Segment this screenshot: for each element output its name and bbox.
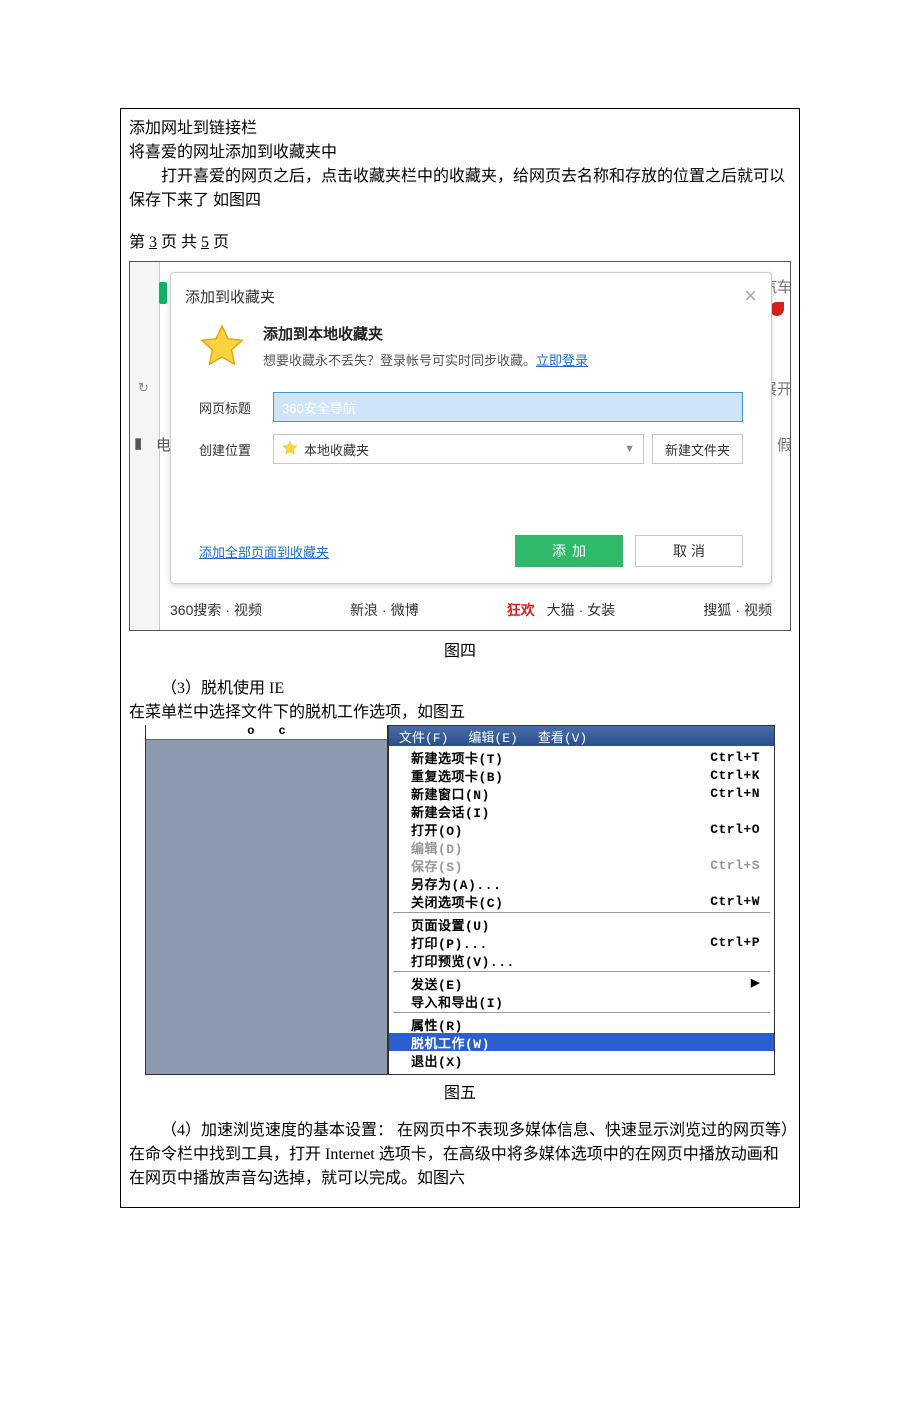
menu-item[interactable]: 新建选项卡(T) Ctrl+T [389,748,774,766]
page-title-input[interactable] [273,392,743,422]
menu-item[interactable]: 页面设置(U) [389,915,774,933]
partial-text-3: 假 [777,434,791,455]
ie-file-menu: 文件(F) 编辑(E) 查看(V) 新建选项卡(T)Ctrl+T重复选项卡(B)… [388,725,775,1075]
menu-item[interactable]: 重复选项卡(B) Ctrl+K [389,766,774,784]
menu-item[interactable]: 关闭选项卡(C) Ctrl+W [389,892,774,910]
menu-item-label: 新建会话(I) [411,802,490,821]
menu-item-shortcut: Ctrl+N [710,786,760,801]
menu-item-label: 打印(P)... [411,933,488,952]
promo-desc: 想要收藏永不丢失？登录帐号可实时同步收藏。立即登录 [263,350,743,369]
menu-item-shortcut: Ctrl+O [710,822,760,837]
nav-links-row: 360搜索·视频 新浪·微博 狂欢 大猫·女装 搜狐·视频 [170,600,772,620]
page-number: 第 3 页 共 5 页 [129,231,791,255]
menubar: 文件(F) 编辑(E) 查看(V) [389,726,774,746]
menu-separator [393,971,770,972]
partial-marker: ▮ [134,434,142,453]
dialog-title: 添加到收藏夹 [185,286,275,307]
menu-item-label: 打印预览(V)... [411,951,515,970]
green-accent [159,282,167,304]
menu-item-label: 退出(X) [411,1051,463,1070]
figure-5: o c 文件(F) 编辑(E) 查看(V) 新建选项卡(T)Ctrl+T重复选项… [145,725,775,1075]
menu-item[interactable]: 新建会话(I) [389,802,774,820]
add-all-pages-link[interactable]: 添加全部页面到收藏夹 [199,542,329,561]
menu-separator [393,1012,770,1013]
menu-item-shortcut: Ctrl+S [710,858,760,873]
figure-4-caption: 图四 [129,637,791,661]
figure-5-caption: 图五 [129,1079,791,1103]
login-link[interactable]: 立即登录 [536,353,588,368]
menu-item[interactable]: 新建窗口(N) Ctrl+N [389,784,774,802]
menu-item-shortcut: Ctrl+P [710,935,760,950]
page-frame: 添加网址到链接栏 将喜爱的网址添加到收藏夹中 打开喜爱的网页之后，点击收藏夹栏中… [120,108,800,1208]
section-4-line-1: （4）加速浏览速度的基本设置： 在网页中不表现多媒体信息、快速显示浏览过的网页等… [129,1119,791,1143]
menu-separator [393,912,770,913]
marker-o: o [247,724,254,739]
menu-item-label: 新建选项卡(T) [411,748,503,767]
marker-c: c [279,724,286,739]
add-favorite-dialog: 添加到收藏夹 × 添加到本地收藏夹 想要收藏永不丢失？登录帐号可实时同步收藏。立… [170,272,772,584]
menu-item: 编辑(D) [389,838,774,856]
menu-item-label: 新建窗口(N) [411,784,490,803]
star-icon [282,440,298,459]
menu-item-label: 发送(E) [411,974,463,993]
nav-link-2[interactable]: 新浪·微博 [350,600,419,620]
nav-link-4[interactable]: 搜狐·视频 [703,600,772,620]
menu-item-label: 打开(O) [411,820,463,839]
menu-item-shortcut: Ctrl+K [710,768,760,783]
menu-item[interactable]: 打印预览(V)... [389,951,774,969]
text-line-1: 添加网址到链接栏 [129,117,791,141]
menu-item-label: 页面设置(U) [411,915,490,934]
menu-item: 保存(S) Ctrl+S [389,856,774,874]
menu-item[interactable]: 脱机工作(W) [389,1033,774,1051]
location-select[interactable]: 本地收藏夹 ▼ [273,434,644,464]
text-line-2: 将喜爱的网址添加到收藏夹中 [129,141,791,165]
location-value: 本地收藏夹 [304,440,369,459]
nav-link-1[interactable]: 360搜索·视频 [170,600,262,620]
menu-item-label: 关闭选项卡(C) [411,892,503,911]
new-folder-button[interactable]: 新建文件夹 [652,434,743,464]
label-location: 创建位置 [199,440,259,459]
menu-item[interactable]: 另存为(A)... [389,874,774,892]
menu-item-label: 脱机工作(W) [411,1033,490,1052]
menu-item[interactable]: 打印(P)... Ctrl+P [389,933,774,951]
partial-text-e: 电 [156,434,171,455]
menu-item-label: 导入和导出(I) [411,992,503,1011]
figure-4: 汽车 ↻ 展开 ▮ 电 假 添加到收藏夹 × 添加到本地收藏夹 想要收藏永不 [129,261,791,631]
promo-title: 添加到本地收藏夹 [263,323,743,344]
menu-item-shortcut: Ctrl+W [710,894,760,909]
star-icon [199,323,245,374]
cancel-button[interactable]: 取消 [635,535,743,567]
menu-item[interactable]: 退出(X) [389,1051,774,1069]
menubar-edit[interactable]: 编辑(E) [458,727,527,746]
menubar-file[interactable]: 文件(F) [389,727,458,746]
figure-5-left-pane: o c [145,725,388,1075]
menu-item-label: 编辑(D) [411,838,463,857]
menu-item[interactable]: 发送(E) ▶ [389,974,774,992]
menu-item-label: 重复选项卡(B) [411,766,503,785]
close-icon[interactable]: × [744,283,757,309]
menu-item[interactable]: 打开(O) Ctrl+O [389,820,774,838]
section-3-text: 在菜单栏中选择文件下的脱机工作选项，如图五 [129,701,791,725]
menubar-view[interactable]: 查看(V) [528,727,597,746]
menu-item-label: 属性(R) [411,1015,463,1034]
menu-item[interactable]: 导入和导出(I) [389,992,774,1010]
nav-link-3[interactable]: 狂欢 大猫·女装 [507,600,616,620]
chevron-down-icon: ▼ [624,443,635,455]
red-badge-icon [770,302,784,316]
add-button[interactable]: 添加 [515,535,623,567]
refresh-icon: ↻ [138,380,149,396]
submenu-arrow-icon: ▶ [751,976,760,990]
label-page-title: 网页标题 [199,398,259,417]
text-line-3: 打开喜爱的网页之后，点击收藏夹栏中的收藏夹，给网页去名称和存放的位置之后就可以保… [129,165,791,213]
menu-item-shortcut: Ctrl+T [710,750,760,765]
menu-item[interactable]: 属性(R) [389,1015,774,1033]
menu-item-label: 保存(S) [411,856,463,875]
section-4-line-2: 在命令栏中找到工具，打开 Internet 选项卡，在高级中将多媒体选项中的在网… [129,1143,791,1191]
menu-item-label: 另存为(A)... [411,874,501,893]
section-3-title: （3）脱机使用 IE [129,677,791,701]
